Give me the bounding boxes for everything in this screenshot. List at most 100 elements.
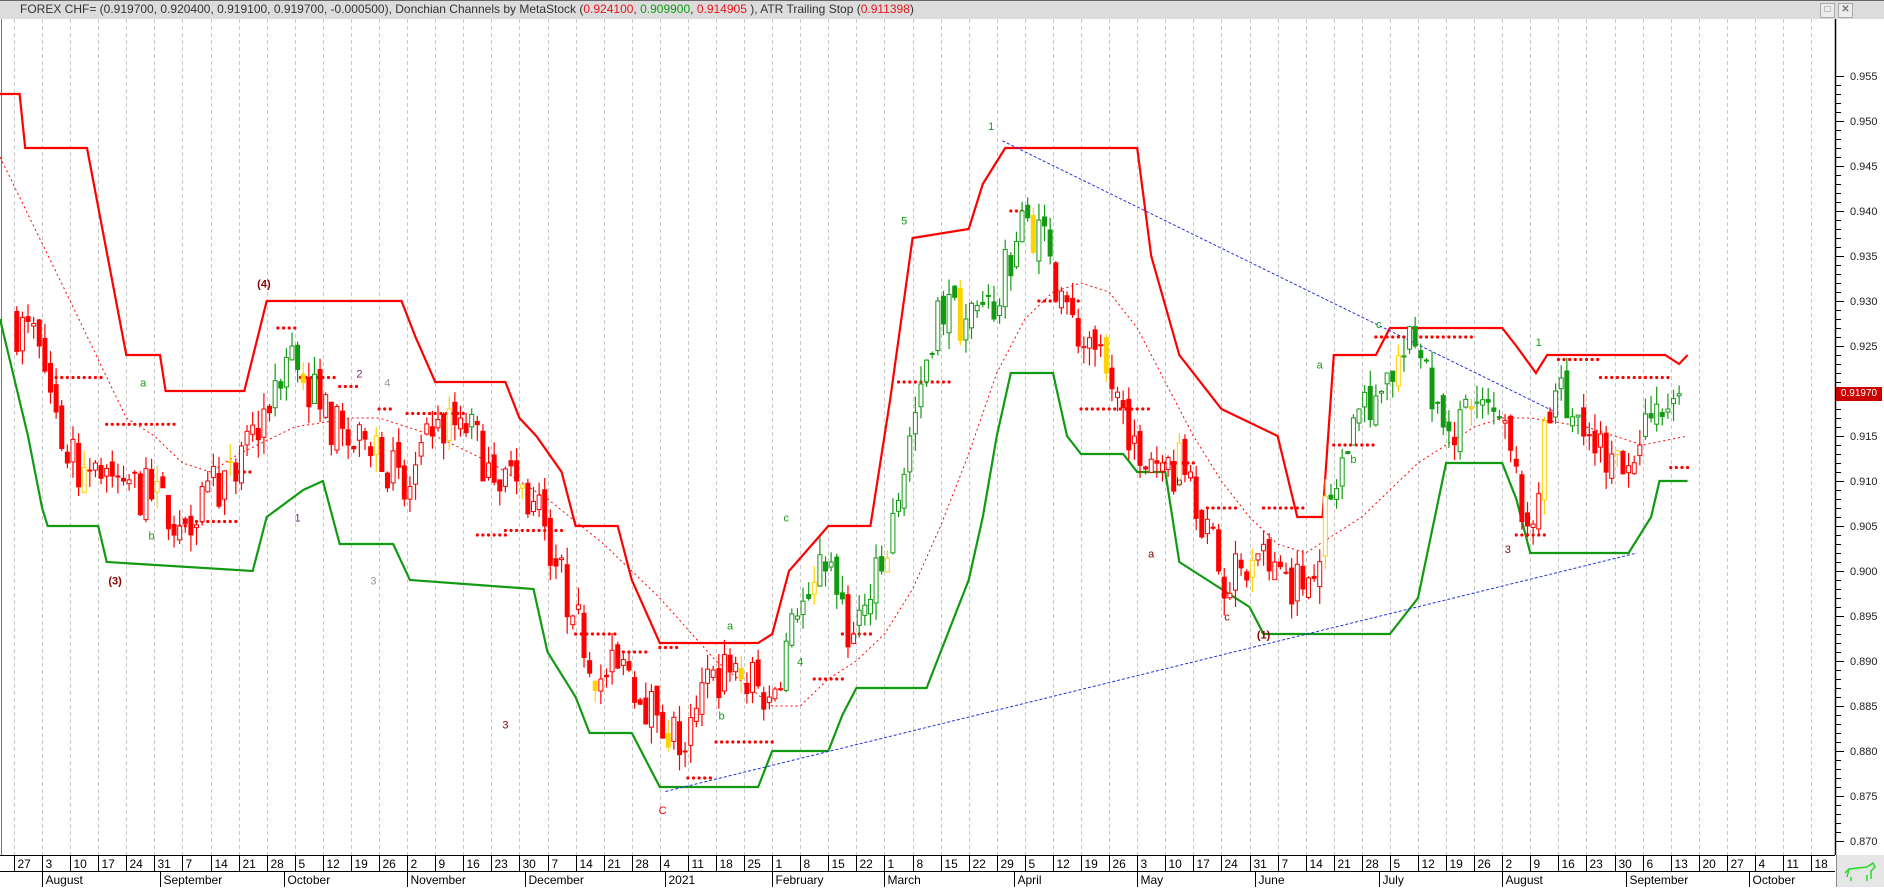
candle-body [1171, 461, 1177, 492]
candle-body [1575, 414, 1581, 418]
candle-body [1345, 451, 1351, 455]
candle-body [1564, 370, 1570, 419]
candle-body [1676, 393, 1682, 397]
atr-stop-dot [1573, 357, 1577, 362]
candle-body [255, 428, 261, 441]
candle-body [514, 460, 520, 482]
candle-body [407, 486, 413, 500]
candle-body [317, 369, 323, 410]
candle-body [671, 716, 677, 742]
atr-stop-dot [725, 740, 729, 744]
y-tick-label: 0.875 [1850, 791, 1878, 803]
candle-body [1637, 444, 1643, 457]
candle-body [935, 300, 941, 351]
bull-icon[interactable] [1836, 855, 1884, 887]
candle-body [587, 660, 593, 674]
y-tick-label: 0.925 [1850, 341, 1878, 353]
candle-body [603, 674, 609, 678]
candle-body [1474, 401, 1480, 404]
candle-body [1249, 560, 1255, 578]
candle-body [1423, 359, 1429, 362]
x-week-label: 15 [945, 857, 959, 871]
x-month-label: September [164, 873, 223, 887]
y-tick-label: 0.870 [1850, 836, 1878, 848]
atr-stop-dot [1048, 299, 1052, 303]
candle-body [199, 485, 205, 523]
candle-body [1401, 355, 1407, 358]
atr-stop-dot [461, 411, 465, 416]
candle-body [1232, 553, 1238, 591]
wave-label: 3 [502, 720, 508, 732]
candle-body [806, 594, 812, 599]
atr-stop-dot [731, 740, 735, 744]
x-month-label: October [288, 873, 331, 887]
atr-stop-dot [902, 380, 906, 384]
x-month-label: March [888, 873, 921, 887]
candle-body [222, 470, 228, 500]
atr-stop-dot [116, 422, 120, 426]
candle-body [272, 380, 278, 409]
candle-body [721, 654, 727, 692]
atr-stop-dot [509, 528, 513, 533]
price-chart[interactable]: (3)ab(4)12343Cabc451abc(1)abc31 0.8700.8… [0, 19, 1884, 887]
y-axis: 0.870 0.875 0.880 0.885 0.890 0.895 0.900 0.905… [1834, 19, 1884, 855]
atr-stop-dot [1295, 506, 1299, 510]
candle-body [508, 460, 514, 467]
atr-stop-dot [248, 470, 252, 474]
atr-stop-dot [1396, 335, 1400, 339]
candle-body [1216, 529, 1222, 572]
y-tick-label: 0.895 [1850, 611, 1878, 623]
atr-stop-dot [110, 422, 114, 426]
candle-body [1665, 408, 1671, 413]
last-price-label: 0.91970 [1836, 386, 1882, 401]
candle-body [1148, 458, 1154, 473]
candle-body [1322, 495, 1328, 557]
x-month-label: April [1018, 873, 1042, 887]
candle-body [42, 337, 48, 372]
wave-label: a [727, 621, 734, 633]
candle-body [890, 512, 896, 554]
candle-body [446, 408, 452, 442]
atr-stop-dot [293, 326, 297, 330]
grid-lines [0, 19, 1835, 855]
candle-body [323, 394, 329, 418]
x-week-label: 24 [130, 857, 144, 871]
candle-body [328, 401, 334, 446]
candle-body [216, 472, 222, 507]
candle-body [502, 468, 508, 487]
x-week-label: 12 [1057, 857, 1071, 871]
candle-body [25, 316, 31, 322]
atr-stop-dot [1090, 407, 1094, 411]
candle-body [81, 466, 87, 493]
atr-stop-dot [708, 776, 712, 780]
x-week-label: 4 [664, 857, 671, 871]
atr-stop-dot [703, 776, 707, 780]
candle-body [1502, 420, 1508, 424]
candle-body [1019, 210, 1025, 243]
atr-stop-dot [377, 407, 381, 411]
atr-stop-dot [1107, 407, 1111, 411]
maximize-icon[interactable]: □ [1820, 3, 1835, 18]
atr-stop-dot [486, 533, 491, 537]
x-month-label: February [776, 873, 824, 887]
candle-body [615, 644, 621, 669]
wave-label: a [1317, 360, 1324, 372]
x-week-label: 10 [1169, 857, 1183, 871]
atr-stop-dot [1542, 533, 1546, 537]
candle-body [384, 472, 390, 489]
atr-stop-dot [697, 776, 701, 780]
x-week-label: 28 [1366, 857, 1380, 871]
candle-body [1654, 403, 1660, 425]
candle-body [92, 462, 98, 471]
candle-body [1631, 462, 1637, 475]
atr-stop-dot [835, 677, 839, 681]
plot-background [0, 19, 1835, 855]
candle-body [867, 598, 873, 615]
candle-body [36, 319, 42, 347]
close-icon[interactable]: ✕ [1838, 3, 1853, 18]
atr-stop-dot [1042, 299, 1047, 303]
title-atr-label: ), ATR Trailing Stop ( [746, 2, 861, 16]
atr-stop-dot [281, 326, 286, 330]
x-week-label: 15 [832, 857, 846, 871]
candle-body [862, 604, 868, 616]
